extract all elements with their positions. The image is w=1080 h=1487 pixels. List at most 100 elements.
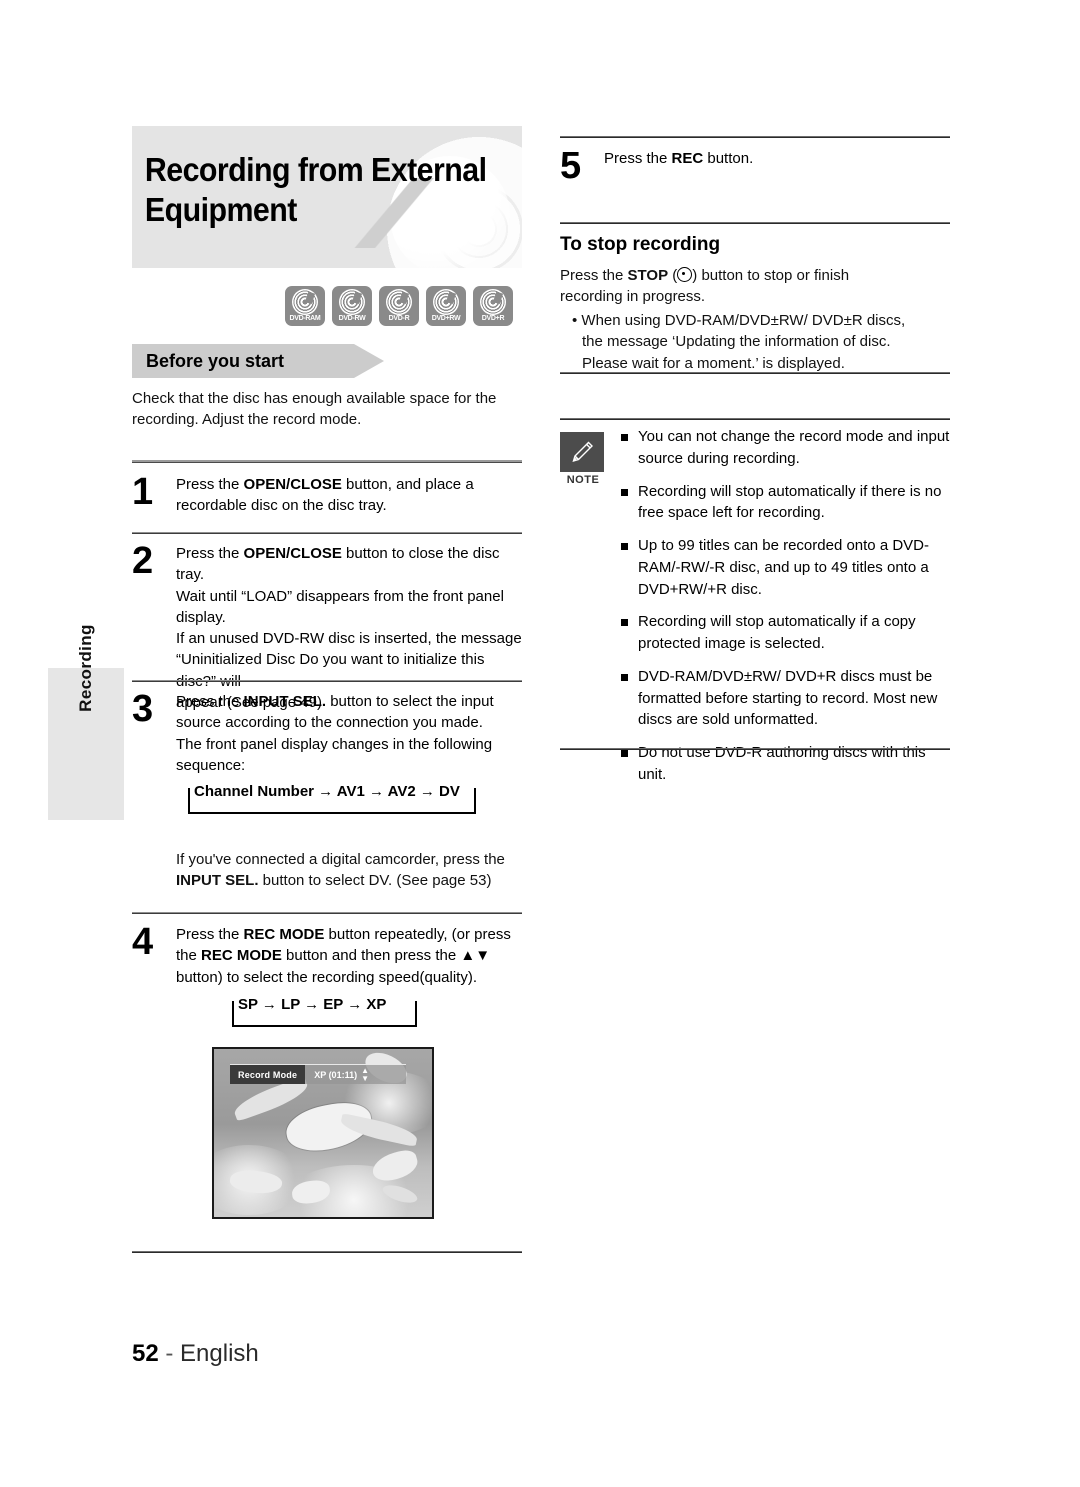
step-3-after-text: If you've connected a digital camcorder,… [176,851,505,890]
tv-screenshot-record-mode: Record Mode XP (01:11) ▲ ▼ [212,1047,434,1219]
note-item-text: DVD-RAM/DVD±RW/ DVD+R discs must be form… [638,667,938,729]
to-stop-recording-paragraph: Press the STOP () button to stop or fini… [560,267,850,306]
step-2-line4: If an unused DVD-RW disc is inserted, th… [176,630,522,648]
step-1-number: 1 [132,471,154,513]
page-title-line1: Recording from External [144,151,487,188]
page-footer: 52 - English [132,1340,259,1368]
stop-circle-icon [677,267,693,282]
divider-above-step-3 [132,680,522,682]
step-3-line4: sequence: [176,756,246,774]
step-2: 2 Press the OPEN/CLOSE button to close t… [132,540,522,713]
to-stop-bullet-line1: • When using DVD-RAM/DVD±RW/ DVD±R discs… [572,312,906,329]
step-5-body: Press the REC button. [604,150,754,167]
note-item: DVD-RAM/DVD±RW/ DVD+R discs must be form… [621,666,950,731]
to-stop-bullet-line3: Please wait for a moment.’ is displayed. [582,354,845,372]
step-1: 1 Press the OPEN/CLOSE button, and place… [132,471,522,517]
updown-arrow-icon: ▲▼ [460,947,491,965]
note-item-text: Recording will stop automatically if the… [638,482,942,522]
to-stop-recording-bullet: • When using DVD-RAM/DVD±RW/ DVD±R discs… [572,310,952,374]
step-2-body: Press the OPEN/CLOSE button to close the… [176,545,522,712]
step-3-after-line1: If you've connected a digital camcorder,… [176,851,505,868]
before-you-start-text: Check that the disc has enough available… [132,390,497,429]
disc-ring-icon [433,289,459,315]
step-3-line2: source according to the connection you m… [176,714,483,732]
step-3-body: Press the INPUT SEL. button to select th… [176,693,494,774]
up-down-arrow-icon: ▲ ▼ [361,1065,370,1083]
disc-ring-icon [292,289,318,315]
page-title-line2: Equipment [144,191,297,229]
note-item-text: Up to 99 titles can be recorded onto a D… [638,537,929,598]
disc-logo-dvd-r: DVD-R [379,286,419,326]
note-item: Up to 99 titles can be recorded onto a D… [621,535,950,600]
disc-ring-icon [480,289,506,315]
note-item-text: Recording will stop automatically if a c… [638,613,916,652]
osd-record-mode-value: XP (01:11) [314,1069,358,1080]
divider-above-step-4 [132,912,522,914]
disc-logo-dvd-plus-rw: DVD+RW [426,286,466,326]
input-source-sequence-text: Channel Number → AV1 → AV2 → DV [194,783,460,800]
divider-above-step-2 [132,532,522,534]
record-mode-sequence-diagram: SP → LP → EP → XP [232,996,417,1027]
chapter-title-banner: Recording from External Equipment [132,126,522,268]
square-bullet-icon [621,434,628,441]
step-4-bold-term: REC MODE [243,926,325,943]
to-stop-bullet-line2: the message ‘Updating the information of… [582,333,891,351]
disc-logo-label: DVD+RW [427,315,465,323]
footer-separator: - [165,1340,174,1367]
step-2-line2: Wait until “LOAD” disappears from the fr… [176,587,504,605]
sequence-frame [188,788,476,814]
disc-logo-dvd-rw: DVD-RW [332,286,372,326]
note-caption: NOTE [566,474,600,486]
disc-logo-label: DVD+R [474,315,512,323]
side-tab-recording: Recording [48,624,124,820]
manual-page: Recording Recording from External Equipm… [0,0,1080,1487]
note-icon-group: NOTE [560,432,606,486]
disc-ring-icon [339,289,365,315]
note-item-text: You can not change the record mode and i… [638,428,950,467]
divider-above-step-1 [132,460,522,463]
disc-logo-label: DVD-RW [333,315,371,323]
section-banner-before-you-start: Before you start [132,344,384,378]
step-4: 4 Press the REC MODE button repeatedly, … [132,921,522,988]
step-4-body: Press the REC MODE button repeatedly, (o… [176,926,511,986]
pencil-icon [560,432,604,472]
disc-logo-label: DVD-RAM [286,315,324,323]
step-3-number: 3 [132,688,154,730]
note-item-list: You can not change the record mode and i… [621,426,950,786]
disc-ring-icon [386,289,412,315]
stop-button-term: STOP [627,267,669,284]
step-2-line3: display. [176,608,226,626]
section-banner-label: Before you start [146,351,285,371]
to-stop-recording-heading: To stop recording [560,234,721,255]
note-item: You can not change the record mode and i… [621,426,950,470]
square-bullet-icon [621,750,628,757]
step-3-bold-term: INPUT SEL. [243,693,327,710]
step-3-after-bold-term: INPUT SEL. [176,872,259,890]
note-item: Recording will stop automatically if a c… [621,611,950,655]
divider-above-to-stop-recording [560,222,950,224]
step-5: 5 Press the REC button. [560,147,950,185]
step-3: 3 Press the INPUT SEL. button to select … [132,688,522,776]
page-title: Recording from External Equipment [132,126,491,231]
record-mode-sequence-text: SP → LP → EP → XP [238,996,387,1013]
step-1-body: Press the OPEN/CLOSE button, and place a… [176,476,474,515]
divider-below-note [560,748,950,750]
divider-above-step-5 [560,136,950,138]
step-4-bold-term-2: REC MODE [201,947,282,965]
step-2-number: 2 [132,540,154,582]
note-item: Recording will stop automatically if the… [621,481,950,525]
disc-logo-dvd-ram: DVD-RAM [285,286,325,326]
side-tab-label: Recording [76,624,95,712]
osd-record-mode-bar: Record Mode XP (01:11) ▲ ▼ [230,1064,406,1084]
footer-page-number: 52 [132,1340,159,1367]
step-2-bold-term: OPEN/CLOSE [243,545,342,562]
disc-logo-label: DVD-R [380,315,418,323]
supported-disc-logos: DVD-RAM DVD-RW DVD-R DVD+RW DVD+R [285,286,513,326]
square-bullet-icon [621,543,628,550]
input-source-sequence-diagram: Channel Number → AV1 → AV2 → DV [188,783,476,814]
step-4-number: 4 [132,921,154,963]
osd-record-mode-value-group: XP (01:11) ▲ ▼ [305,1065,369,1084]
step-1-bold-term: OPEN/CLOSE [243,476,342,493]
step-5-bold-term: REC [671,150,704,167]
square-bullet-icon [621,673,628,681]
